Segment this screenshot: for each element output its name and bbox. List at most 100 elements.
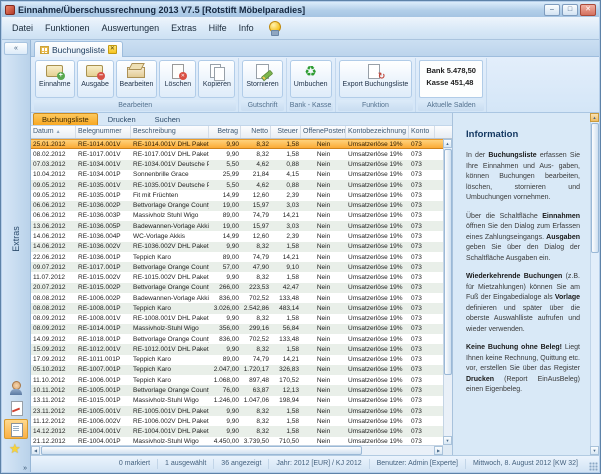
- export-buchungsliste-button[interactable]: Export Buchungsliste: [339, 60, 413, 98]
- table-row[interactable]: 15.09.2012RE-1012.001VRE-1012.001V DHL P…: [31, 344, 443, 354]
- column-header-konto[interactable]: Konto: [409, 126, 435, 138]
- column-header-offeneposten[interactable]: OffenePosten: [301, 126, 346, 138]
- table-row[interactable]: 17.09.2012RE-1011.001PTeppich Karo89,007…: [31, 355, 443, 365]
- cell-netto: 2.542,86: [241, 305, 271, 312]
- info-paragraph: Über die Schaltfläche Einnahmen öffnen S…: [466, 212, 580, 265]
- info-scroll-thumb[interactable]: [591, 123, 599, 253]
- print-button[interactable]: [4, 419, 28, 439]
- info-scroll-down-icon[interactable]: [590, 446, 599, 455]
- table-row[interactable]: 13.11.2012RE-1015.001PMassivholz-Stuhl W…: [31, 396, 443, 406]
- scroll-up-icon[interactable]: [443, 139, 452, 148]
- scroll-right-icon[interactable]: [434, 446, 443, 455]
- status-item: 36 angezeigt: [214, 459, 269, 469]
- bearbeiten-button[interactable]: Bearbeiten: [116, 60, 158, 98]
- löschen-button[interactable]: Löschen: [159, 60, 196, 98]
- table-row[interactable]: 14.06.2012RE-1036.004PWC-Vorlage Akkis14…: [31, 231, 443, 241]
- cell-steuer: 2,39: [271, 192, 301, 199]
- menu-hilfe[interactable]: Hilfe: [203, 20, 233, 36]
- table-row[interactable]: 14.09.2012RE-1018.001PBettvorlage Orange…: [31, 334, 443, 344]
- table-row[interactable]: 06.06.2012RE-1036.002PBettvorlage Orange…: [31, 201, 443, 211]
- cell-konto: 073: [409, 356, 435, 363]
- table-row[interactable]: 09.05.2012RE-1035.001VRE-1035.001V Deuts…: [31, 180, 443, 190]
- horizontal-scroll-thumb[interactable]: [41, 446, 362, 455]
- table-row[interactable]: 11.10.2012RE-1006.001PTeppich Karo1.068,…: [31, 375, 443, 385]
- toolbar-group-caption: Aktuelle Salden: [418, 100, 484, 111]
- subtab-suchen[interactable]: Suchen: [146, 113, 189, 125]
- table-row[interactable]: 20.07.2012RE-1015.002PBettvorlage Orange…: [31, 283, 443, 293]
- subtab-buchungsliste[interactable]: Buchungsliste: [33, 113, 98, 125]
- vertical-scroll-thumb[interactable]: [444, 149, 452, 375]
- table-row[interactable]: 08.08.2012RE-1008.001PTeppich Karo3.026,…: [31, 303, 443, 313]
- user-button[interactable]: [4, 377, 28, 397]
- table-row[interactable]: 08.09.2012RE-1014.001PMassivholz-Stuhl W…: [31, 324, 443, 334]
- umbuchen-button[interactable]: Umbuchen: [290, 60, 332, 98]
- close-button[interactable]: [580, 4, 596, 16]
- cell-netto: 8,32: [241, 428, 271, 435]
- table-row[interactable]: 21.12.2012RE-1004.001PMassivholz-Stuhl W…: [31, 437, 443, 445]
- menu-datei[interactable]: Datei: [6, 20, 39, 36]
- table-row[interactable]: 08.08.2012RE-1006.002PBadewannen-Vorlage…: [31, 293, 443, 303]
- column-header-steuer[interactable]: Steuer: [271, 126, 301, 138]
- column-header-betrag[interactable]: Betrag: [209, 126, 241, 138]
- menu-auswertungen[interactable]: Auswertungen: [96, 20, 166, 36]
- table-row[interactable]: 22.06.2012RE-1036.001PTeppich Karo89,007…: [31, 252, 443, 262]
- table-row[interactable]: 09.05.2012RE-1035.001PFit mit Früchten14…: [31, 190, 443, 200]
- menu-info[interactable]: Info: [233, 20, 260, 36]
- table-row[interactable]: 11.07.2012RE-1015.002VRE-1015.002V DHL P…: [31, 272, 443, 282]
- cell-kontobezeichnung: Umsatzerlöse 19%: [346, 366, 409, 373]
- balance-box: Bank 5.478,50Kasse 451,48: [419, 60, 483, 98]
- table-row[interactable]: 23.11.2012RE-1005.001VRE-1005.001V DHL P…: [31, 406, 443, 416]
- column-header-netto[interactable]: Netto: [241, 126, 271, 138]
- menu-funktionen[interactable]: Funktionen: [39, 20, 96, 36]
- table-row[interactable]: 05.10.2012RE-1007.001PTeppich Karo2.047,…: [31, 365, 443, 375]
- cell-kontobezeichnung: Umsatzerlöse 19%: [346, 408, 409, 415]
- sidebar-collapse-button[interactable]: [4, 42, 28, 55]
- column-header-datum[interactable]: Datum▲: [31, 126, 76, 138]
- table-row[interactable]: 08.02.2012RE-1017.001VRE-1017.001V DHL P…: [31, 149, 443, 159]
- sidebar-more-button[interactable]: [23, 465, 27, 472]
- vertical-scrollbar[interactable]: [443, 139, 452, 445]
- table-row[interactable]: 13.06.2012RE-1036.005PBadewannen-Vorlage…: [31, 221, 443, 231]
- einnahme-button[interactable]: Einnahme: [35, 60, 75, 98]
- table-row[interactable]: 07.03.2012RE-1034.001VRE-1034.001V Deuts…: [31, 160, 443, 170]
- tab-close-icon[interactable]: [108, 45, 117, 54]
- column-header-beschreibung[interactable]: Beschreibung: [131, 126, 209, 138]
- table-row[interactable]: 10.11.2012RE-1005.001PBettvorlage Orange…: [31, 385, 443, 395]
- table-row[interactable]: 06.06.2012RE-1036.003PMassivholz Stuhl W…: [31, 211, 443, 221]
- cell-kontobezeichnung: Umsatzerlöse 19%: [346, 254, 409, 261]
- column-header-kontobezeichnung[interactable]: Kontobezeichnung: [346, 126, 409, 138]
- cell-betrag: 4.450,00: [209, 438, 241, 445]
- info-scroll-up-icon[interactable]: [590, 113, 599, 122]
- hint-lamp-icon[interactable]: [268, 21, 280, 36]
- cell-belegnummer: RE-1007.001P: [76, 366, 131, 373]
- report-button[interactable]: [4, 398, 28, 418]
- menu-extras[interactable]: Extras: [165, 20, 203, 36]
- kopieren-button[interactable]: Kopieren: [198, 60, 235, 98]
- cell-steuer: 42,47: [271, 284, 301, 291]
- table-row[interactable]: 14.06.2012RE-1036.002VRE-1036.002V DHL P…: [31, 242, 443, 252]
- maximize-button[interactable]: [562, 4, 578, 16]
- tab-buchungsliste[interactable]: Buchungsliste: [34, 41, 123, 57]
- stornieren-button[interactable]: Stornieren: [242, 60, 282, 98]
- minimize-button[interactable]: [544, 4, 560, 16]
- scroll-down-icon[interactable]: [443, 436, 452, 445]
- cell-belegnummer: RE-1018.001P: [76, 336, 131, 343]
- table-row[interactable]: 14.12.2012RE-1004.001VRE-1004.001V DHL P…: [31, 426, 443, 436]
- cell-kontobezeichnung: Umsatzerlöse 19%: [346, 151, 409, 158]
- ausgabe-button[interactable]: Ausgabe: [77, 60, 114, 98]
- cell-betrag: 266,00: [209, 284, 241, 291]
- table-row[interactable]: 10.04.2012RE-1034.001PSonnenbrille Grace…: [31, 170, 443, 180]
- subtab-drucken[interactable]: Drucken: [99, 113, 145, 125]
- resize-grip[interactable]: [589, 462, 598, 471]
- info-scrollbar[interactable]: [590, 113, 599, 455]
- horizontal-scrollbar[interactable]: [31, 445, 443, 455]
- cell-datum: 14.12.2012: [31, 428, 76, 435]
- table-row[interactable]: 11.12.2012RE-1006.002VRE-1006.002V DHL P…: [31, 416, 443, 426]
- scroll-left-icon[interactable]: [31, 446, 40, 455]
- table-row[interactable]: 09.07.2012RE-1017.001PBettvorlage Orange…: [31, 262, 443, 272]
- column-header-belegnummer[interactable]: Belegnummer: [76, 126, 131, 138]
- table-row[interactable]: 08.09.2012RE-1008.001VRE-1008.001V DHL P…: [31, 314, 443, 324]
- table-row[interactable]: 25.01.2012RE-1014.001VRE-1014.001V DHL P…: [31, 139, 443, 149]
- star-button[interactable]: [4, 440, 28, 460]
- cell-beschreibung: Massivholz-Stuhl Wigo: [131, 397, 209, 404]
